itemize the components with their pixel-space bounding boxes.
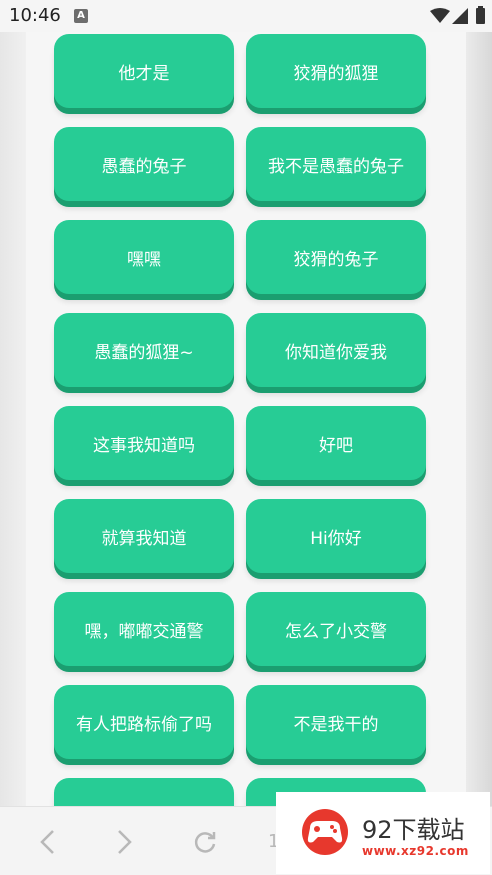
gamepad-logo-icon <box>302 809 348 855</box>
refresh-button[interactable] <box>188 825 222 859</box>
page-content: 他才是 狡猾的狐狸 愚蠢的兔子 我不是愚蠢的兔子 嘿嘿 狡猾的兔子 愚蠢的狐狸~… <box>26 32 466 806</box>
status-bar: 10:46 A <box>0 0 492 32</box>
back-button[interactable] <box>30 825 64 859</box>
phrase-button[interactable]: 好吧 <box>246 406 426 480</box>
battery-icon <box>476 6 485 24</box>
phrase-button[interactable]: 嘿嘿 <box>54 220 234 294</box>
watermark-title: 92下载站 <box>362 816 465 844</box>
phrase-button[interactable] <box>54 778 234 806</box>
phrase-button[interactable]: 愚蠢的狐狸~ <box>54 313 234 387</box>
phrase-button[interactable]: 狡猾的兔子 <box>246 220 426 294</box>
phrase-button[interactable]: 不是我干的 <box>246 685 426 759</box>
phrase-button[interactable]: 有人把路标偷了吗 <box>54 685 234 759</box>
phrase-button[interactable]: 他才是 <box>54 34 234 108</box>
watermark-url: www.xz92.com <box>362 844 469 858</box>
signal-icon <box>452 8 468 24</box>
phrase-button[interactable]: 我不是愚蠢的兔子 <box>246 127 426 201</box>
phrase-button[interactable]: 就算我知道 <box>54 499 234 573</box>
phrase-button[interactable]: 你知道你爱我 <box>246 313 426 387</box>
phrase-button[interactable]: 狡猾的狐狸 <box>246 34 426 108</box>
phrase-button[interactable]: 嘿，嘟嘟交通警 <box>54 592 234 666</box>
phrase-button[interactable]: 怎么了小交警 <box>246 592 426 666</box>
phrase-button[interactable]: 这事我知道吗 <box>54 406 234 480</box>
web-viewport[interactable]: 他才是 狡猾的狐狸 愚蠢的兔子 我不是愚蠢的兔子 嘿嘿 狡猾的兔子 愚蠢的狐狸~… <box>0 32 492 806</box>
notification-a-icon: A <box>74 9 88 23</box>
back-icon <box>40 830 54 854</box>
phrase-button[interactable]: 愚蠢的兔子 <box>54 127 234 201</box>
status-time: 10:46 <box>9 5 61 26</box>
refresh-icon <box>194 832 216 853</box>
watermark-logo: 92下载站 www.xz92.com <box>276 792 490 874</box>
wifi-icon <box>430 8 450 23</box>
phrase-button[interactable]: Hi你好 <box>246 499 426 573</box>
forward-button[interactable] <box>108 825 142 859</box>
forward-icon <box>118 830 132 854</box>
